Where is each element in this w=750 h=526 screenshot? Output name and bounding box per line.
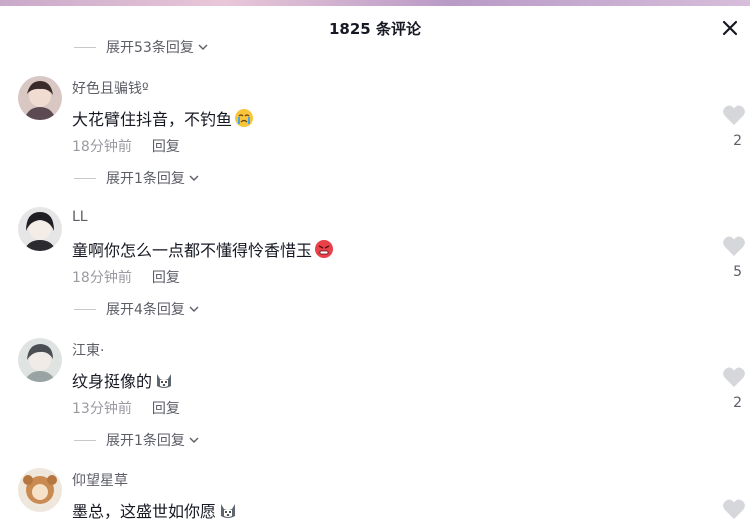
- chevron-down-icon: [189, 306, 199, 312]
- like-button[interactable]: [722, 366, 746, 392]
- avatar[interactable]: [18, 468, 62, 512]
- comment-time: 18分钟前: [72, 139, 132, 155]
- comment-username[interactable]: 仰望星草: [72, 470, 128, 490]
- comment-text: 童啊你怎么一点都不懂得怜香惜玉: [72, 237, 334, 261]
- expand-replies-button[interactable]: 展开53条回复: [74, 37, 209, 57]
- reply-button[interactable]: 回复: [152, 136, 180, 156]
- expand-replies-button[interactable]: 展开1条回复: [74, 168, 200, 188]
- comment-text-content: 童啊你怎么一点都不懂得怜香惜玉: [72, 241, 313, 260]
- heart-icon: [723, 236, 745, 256]
- comment-text-content: 墨总，这盛世如你愿: [72, 502, 217, 521]
- divider: [74, 46, 96, 48]
- comment-username[interactable]: 好色且骗钱º: [72, 78, 149, 98]
- comment-time: 13分钟前: [72, 401, 132, 417]
- expand-replies-label: 展开1条回复: [106, 433, 185, 449]
- chevron-down-icon: [198, 44, 208, 50]
- comment-text-content: 纹身挺像的: [72, 372, 153, 391]
- like-button[interactable]: [722, 104, 746, 130]
- husky-icon: [221, 504, 236, 518]
- angry-face-icon: [315, 240, 334, 258]
- expand-replies-label: 展开53条回复: [106, 40, 194, 56]
- chevron-down-icon: [189, 437, 199, 443]
- comment-count-title: 1825 条评论: [329, 20, 421, 38]
- comment-text: 墨总，这盛世如你愿: [72, 498, 238, 522]
- avatar[interactable]: [18, 207, 62, 251]
- husky-icon: [157, 374, 172, 388]
- heart-icon: [723, 499, 745, 519]
- avatar[interactable]: [18, 338, 62, 382]
- expand-replies-button[interactable]: 展开1条回复: [74, 430, 200, 450]
- expand-replies-label: 展开4条回复: [106, 302, 185, 318]
- comment-time: 18分钟前: [72, 270, 132, 286]
- avatar[interactable]: [18, 76, 62, 120]
- like-count: 2: [733, 395, 742, 411]
- divider: [74, 439, 96, 441]
- comment-text: 纹身挺像的: [72, 368, 174, 392]
- comment-meta: 18分钟前 回复: [72, 267, 180, 287]
- expand-replies-button[interactable]: 展开4条回复: [74, 299, 200, 319]
- expand-replies-label: 展开1条回复: [106, 171, 185, 187]
- heart-icon: [723, 105, 745, 125]
- like-count: 5: [733, 264, 742, 280]
- close-icon[interactable]: [720, 18, 740, 38]
- comment-meta: 18分钟前 回复: [72, 136, 180, 156]
- reply-button[interactable]: 回复: [152, 267, 180, 287]
- chevron-down-icon: [189, 175, 199, 181]
- like-button[interactable]: [722, 235, 746, 261]
- comment-text: 大花臂住抖音，不钓鱼: [72, 106, 254, 130]
- reply-button[interactable]: 回复: [152, 398, 180, 418]
- divider: [74, 308, 96, 310]
- comment-username[interactable]: LL: [72, 209, 88, 225]
- like-button[interactable]: [722, 498, 746, 524]
- crying-face-icon: [235, 109, 254, 127]
- like-count: 2: [733, 133, 742, 149]
- divider: [74, 177, 96, 179]
- comment-meta: 13分钟前 回复: [72, 398, 180, 418]
- heart-icon: [723, 367, 745, 387]
- comment-username[interactable]: 江東·: [72, 340, 104, 360]
- comment-text-content: 大花臂住抖音，不钓鱼: [72, 110, 233, 129]
